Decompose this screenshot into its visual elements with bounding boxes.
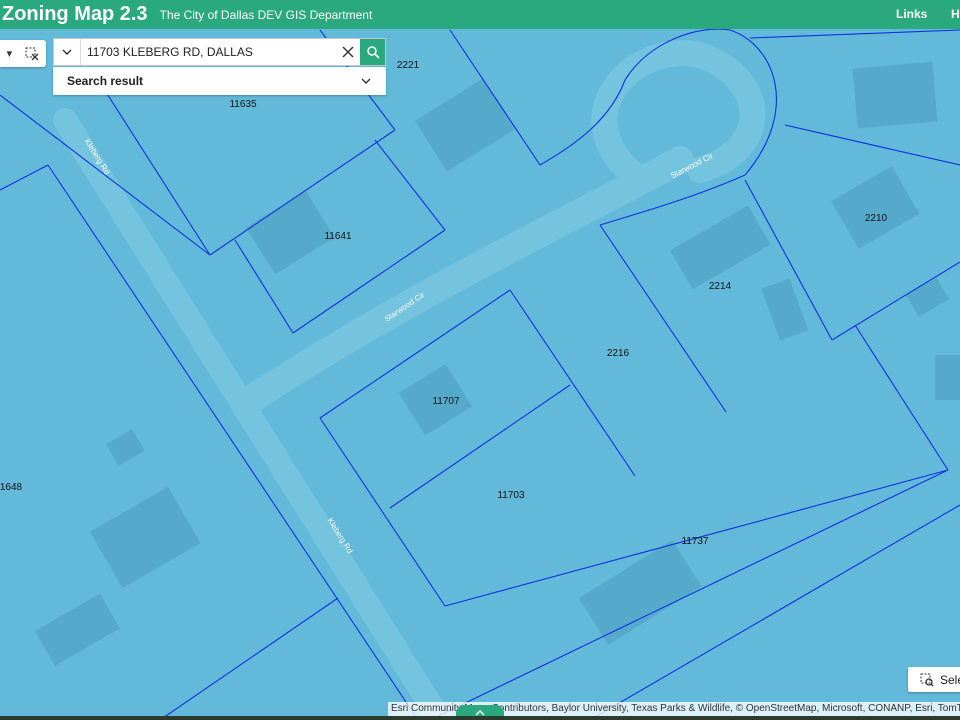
chevron-down-icon[interactable] [61, 46, 73, 58]
parcel-label: 2214 [709, 281, 732, 292]
parcel-label: 11635 [229, 99, 257, 110]
clear-selection-icon[interactable] [25, 47, 39, 61]
parcel-label: 11737 [681, 536, 709, 547]
parcel-label: 2221 [397, 60, 420, 71]
help-menu[interactable]: H [951, 7, 960, 21]
search-button[interactable] [360, 39, 385, 65]
parcel-label: 11707 [432, 396, 460, 407]
search-source-dropdown[interactable] [54, 39, 81, 65]
app-header: Zoning Map 2.3 The City of Dallas DEV GI… [0, 0, 960, 29]
parcel-label: 2210 [865, 213, 888, 224]
search-result-panel[interactable]: Search result [53, 67, 386, 95]
links-menu[interactable]: Links [896, 7, 927, 21]
parcel-label: 2216 [607, 348, 630, 359]
selection-tool-button[interactable]: ▾ [0, 40, 46, 67]
zoning-map[interactable]: 2221 11635 11641 2210 2214 2216 11707 11… [0, 0, 960, 720]
parcel-label: 11703 [497, 490, 525, 501]
select-label: Sele [940, 672, 960, 687]
app-subtitle: The City of Dallas DEV GIS Department [159, 7, 373, 22]
clear-search-button[interactable] [336, 39, 360, 65]
parcel-label: 11641 [324, 231, 352, 242]
parcel-label: 1648 [0, 482, 23, 493]
close-icon[interactable] [342, 46, 354, 58]
search-icon[interactable] [366, 45, 380, 59]
caret-down-icon[interactable]: ▾ [7, 47, 13, 60]
search-result-label: Search result [67, 74, 144, 88]
search-input[interactable] [81, 39, 336, 65]
zoom-to-selection-icon [920, 673, 934, 686]
app-title: Zoning Map 2.3 [2, 3, 148, 25]
select-features-button[interactable]: Sele [908, 667, 960, 692]
bottom-strip [0, 716, 960, 720]
search-bar [53, 38, 386, 66]
chevron-down-icon[interactable] [360, 75, 372, 87]
